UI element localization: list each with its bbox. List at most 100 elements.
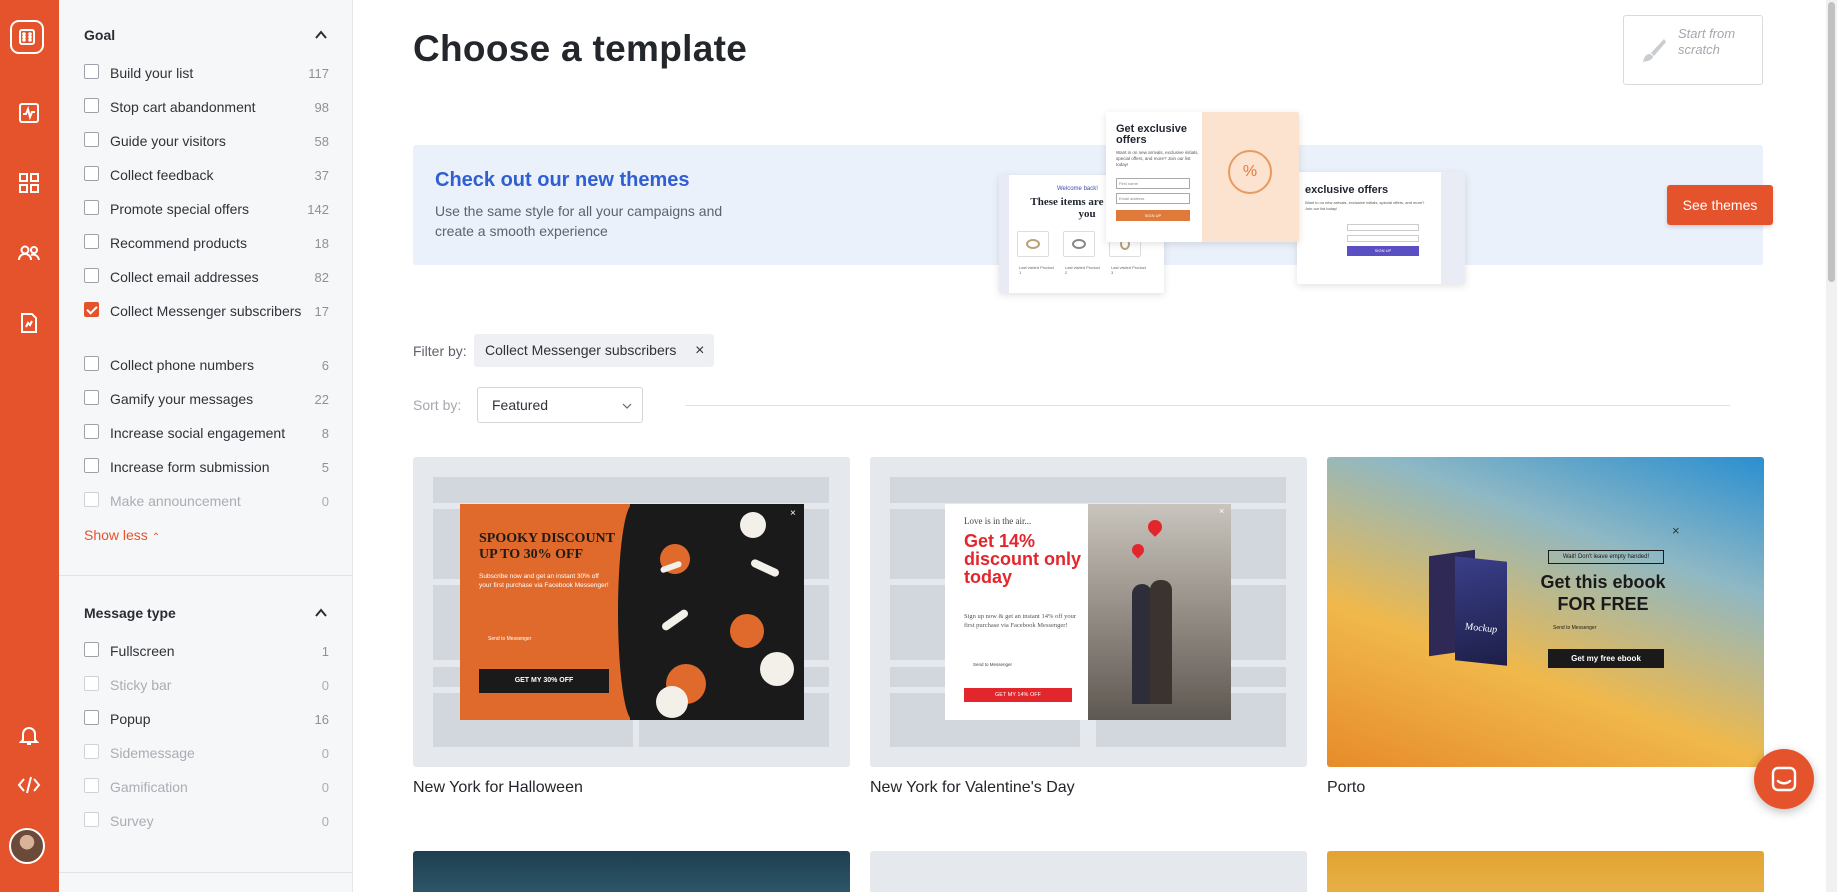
campaigns-icon[interactable] (14, 168, 44, 198)
filter-label: Sticky bar (110, 677, 172, 693)
analytics-icon[interactable] (14, 98, 44, 128)
template-kicker: Wait! Don't leave empty handed! (1548, 550, 1664, 564)
chevron-up-icon: ⌃ (151, 532, 161, 543)
filter-count: 82 (314, 270, 329, 285)
template-card-porto[interactable]: Mockup × Wait! Don't leave empty handed!… (1327, 457, 1764, 767)
checkbox[interactable] (84, 710, 99, 725)
checkbox (84, 676, 99, 691)
filter-count: 0 (321, 746, 329, 761)
start-from-scratch-button[interactable]: Start from scratch (1623, 15, 1763, 85)
filter-label: Promote special offers (110, 201, 250, 217)
checkbox[interactable] (84, 356, 99, 371)
template-name[interactable]: Porto (1327, 779, 1365, 797)
filter-label: Gamification (110, 779, 188, 795)
checkbox[interactable] (84, 132, 99, 147)
skull-icon (656, 686, 688, 718)
scrollbar[interactable] (1826, 0, 1837, 892)
theme-preview-center: % Get exclusive offers Want in on new ar… (1106, 112, 1299, 242)
filter-count: 18 (314, 236, 329, 251)
active-filter-chip: Collect Messenger subscribers × (474, 334, 715, 367)
code-icon[interactable] (14, 770, 44, 800)
checkbox (84, 812, 99, 827)
sort-select[interactable]: Featured (477, 387, 643, 423)
mock-text: Want in on new arrivals, exclusive initi… (1116, 150, 1199, 167)
mock-text: exclusive offers (1305, 184, 1389, 196)
halloween-popup: × SPOOKY DISCOUNT UP TO 30% OFF Subscrib… (460, 504, 804, 720)
checkbox[interactable] (84, 642, 99, 657)
scrollbar-thumb[interactable] (1828, 2, 1835, 282)
filter-count: 17 (314, 304, 329, 319)
chevron-up-icon[interactable] (314, 28, 328, 42)
checkbox[interactable] (84, 424, 99, 439)
filter-label: Collect feedback (110, 167, 214, 183)
chevron-down-icon (622, 403, 632, 409)
checkbox[interactable] (84, 458, 99, 473)
template-headline: Get 14% discount only today (964, 531, 1081, 587)
filter-label: Popup (110, 711, 151, 727)
banner-body: Use the same style for all your campaign… (435, 203, 723, 239)
brush-icon (1643, 39, 1666, 62)
active-filter-label: Collect Messenger subscribers (485, 342, 677, 358)
filter-count: 6 (321, 358, 329, 373)
mock-text: Welcome back! (1057, 186, 1098, 192)
bell-icon[interactable] (14, 720, 44, 750)
checkbox[interactable] (84, 390, 99, 405)
filter-count: 142 (307, 202, 329, 217)
template-card-halloween[interactable]: × SPOOKY DISCOUNT UP TO 30% OFF Subscrib… (413, 457, 850, 767)
message-type-heading[interactable]: Message type (84, 605, 176, 621)
remove-filter-icon[interactable]: × (695, 334, 704, 367)
template-card[interactable] (413, 851, 850, 892)
filter-label: Recommend products (110, 235, 247, 251)
filter-label: Collect Messenger subscribers (110, 303, 302, 319)
checkbox[interactable] (84, 200, 99, 215)
chevron-up-icon[interactable] (314, 606, 328, 620)
template-card-valentine[interactable]: × Love is in the air... Get 14% discount… (870, 457, 1307, 767)
checkbox[interactable] (84, 64, 99, 79)
template-name[interactable]: New York for Halloween (413, 779, 583, 797)
checkbox[interactable] (84, 302, 99, 317)
page-title: Choose a template (413, 28, 748, 69)
heart-icon (1129, 541, 1147, 559)
template-cta: Get my free ebook (1548, 649, 1664, 668)
mock-button: SIGN UP (1347, 246, 1419, 256)
template-name[interactable]: New York for Valentine's Day (870, 779, 1075, 797)
filter-label: Make announcement (110, 493, 241, 509)
filter-label: Sidemessage (110, 745, 195, 761)
heart-icon (1145, 517, 1165, 537)
filter-label: Collect phone numbers (110, 357, 254, 373)
percent-badge-icon: % (1228, 150, 1272, 194)
see-themes-button[interactable]: See themes (1667, 185, 1773, 225)
checkbox[interactable] (84, 98, 99, 113)
filter-count: 5 (321, 460, 329, 475)
logo-icon[interactable] (10, 20, 44, 54)
filter-count: 16 (314, 712, 329, 727)
template-send-to: Send to Messenger (1553, 625, 1597, 631)
checkbox (84, 492, 99, 507)
couple-photo (1088, 504, 1231, 720)
template-card[interactable] (1327, 851, 1764, 892)
start-from-scratch-label: Start from scratch (1678, 26, 1736, 57)
checkbox[interactable] (84, 234, 99, 249)
filter-label: Increase form submission (110, 459, 270, 475)
show-less-link[interactable]: Show less ⌃ (84, 527, 160, 543)
template-send-to: Send to Messenger (488, 636, 532, 642)
filter-label: Build your list (110, 65, 194, 81)
template-body: Subscribe now and get an instant 30% off… (479, 573, 609, 589)
valentine-popup: × Love is in the air... Get 14% discount… (945, 504, 1231, 720)
checkbox[interactable] (84, 268, 99, 283)
filter-count: 22 (314, 392, 329, 407)
avatar[interactable] (9, 828, 45, 864)
filter-count: 0 (321, 494, 329, 509)
filter-count: 117 (308, 66, 329, 81)
template-card[interactable] (870, 851, 1307, 892)
filter-label: Gamify your messages (110, 391, 254, 407)
users-icon[interactable] (14, 238, 44, 268)
chat-icon[interactable] (1754, 749, 1814, 809)
filter-count: 98 (314, 100, 329, 115)
template-send-to: Send to Messenger (973, 662, 1013, 667)
mock-text: Want in on new arrivals, exclusive initi… (1305, 200, 1425, 211)
checkbox[interactable] (84, 166, 99, 181)
goal-heading[interactable]: Goal (84, 27, 115, 43)
report-icon[interactable] (14, 308, 44, 338)
filter-count: 0 (321, 780, 329, 795)
